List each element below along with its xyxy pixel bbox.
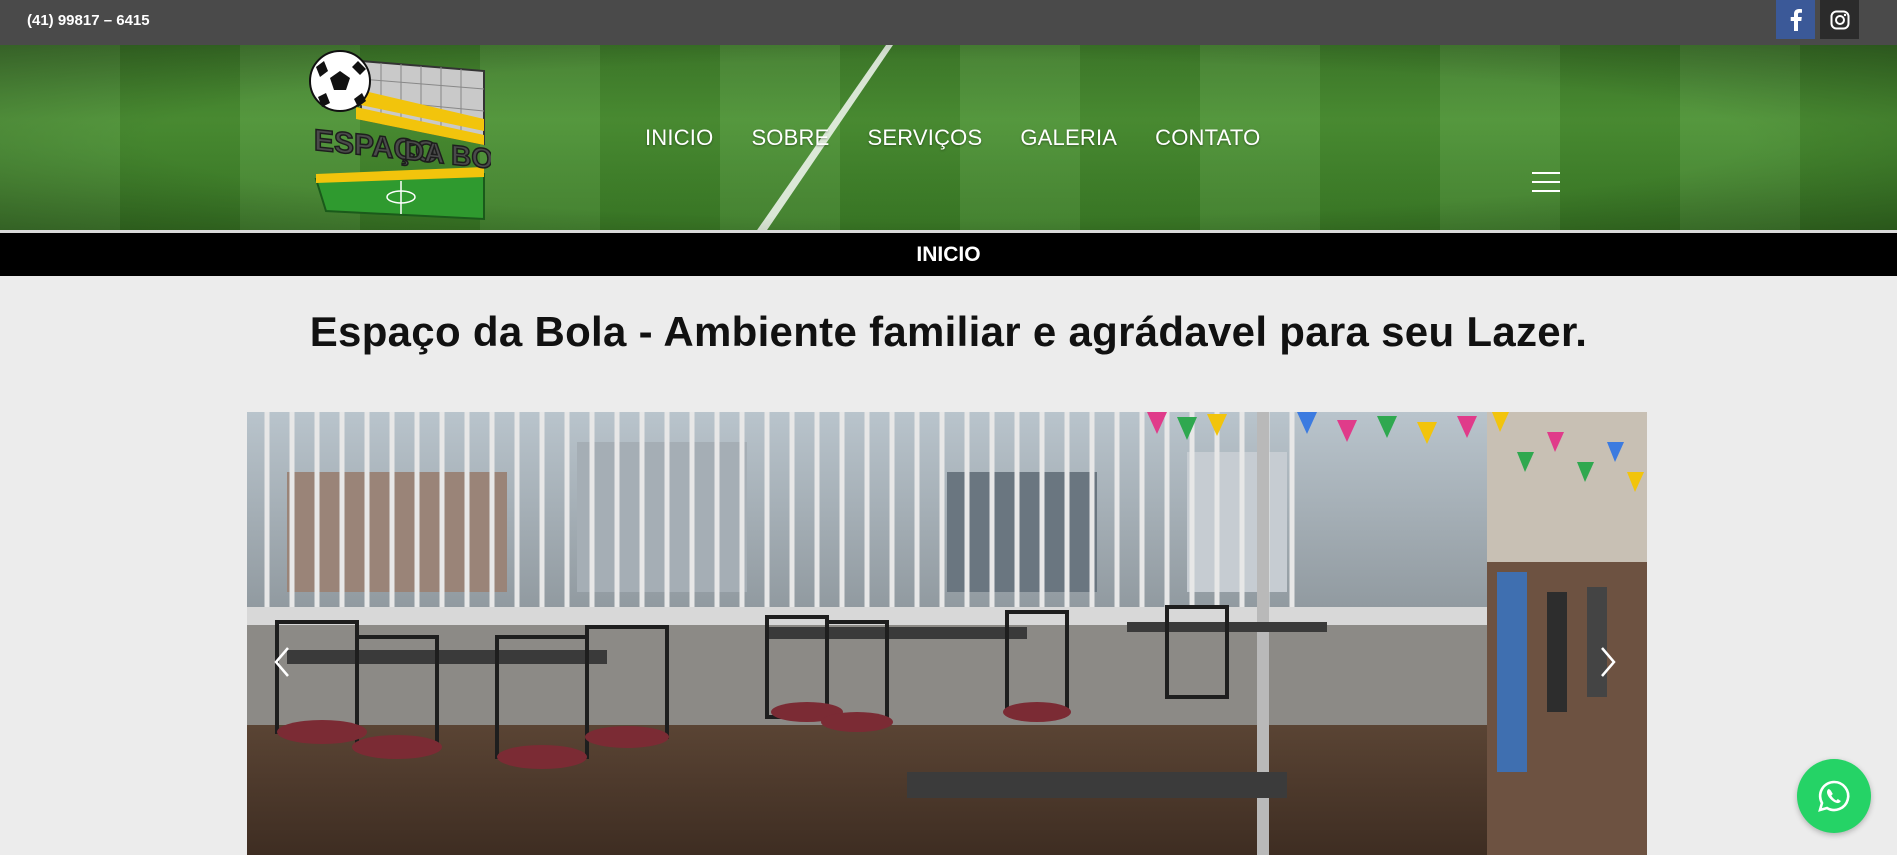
carousel-next-button[interactable]	[1593, 642, 1623, 682]
main-navigation: INICIO SOBRE SERVIÇOS GALERIA CONTATO	[645, 123, 1298, 153]
nav-item-sobre[interactable]: SOBRE	[751, 123, 829, 153]
whatsapp-button[interactable]	[1797, 759, 1871, 833]
chevron-right-icon	[1601, 647, 1616, 677]
hamburger-icon[interactable]	[1532, 172, 1560, 194]
nav-item-inicio[interactable]: INICIO	[645, 123, 713, 153]
page-headline: Espaço da Bola - Ambiente familiar e agr…	[309, 308, 1588, 355]
facebook-icon	[1790, 8, 1802, 31]
page-title-bar: INICIO	[0, 233, 1897, 276]
nav-item-servicos[interactable]: SERVIÇOS	[867, 123, 982, 153]
instagram-icon	[1830, 10, 1849, 29]
site-header: ESPAÇO DA BOLA INICIO SOBRE SERVIÇOS GAL…	[0, 45, 1897, 233]
whatsapp-icon	[1818, 780, 1850, 812]
image-carousel[interactable]	[247, 412, 1647, 855]
carousel-prev-button[interactable]	[267, 642, 297, 682]
nav-item-contato[interactable]: CONTATO	[1155, 123, 1260, 153]
carousel-slide-image	[247, 412, 1647, 855]
chevron-left-icon	[274, 647, 289, 677]
facebook-link[interactable]	[1776, 0, 1815, 39]
site-logo[interactable]: ESPAÇO DA BOLA	[306, 49, 531, 226]
phone-number: (41) 99817 – 6415	[27, 12, 150, 29]
instagram-link[interactable]	[1820, 0, 1859, 39]
logo-graphic: ESPAÇO DA BOLA	[309, 50, 531, 221]
nav-item-galeria[interactable]: GALERIA	[1020, 123, 1117, 153]
top-bar: (41) 99817 – 6415	[0, 0, 1897, 45]
